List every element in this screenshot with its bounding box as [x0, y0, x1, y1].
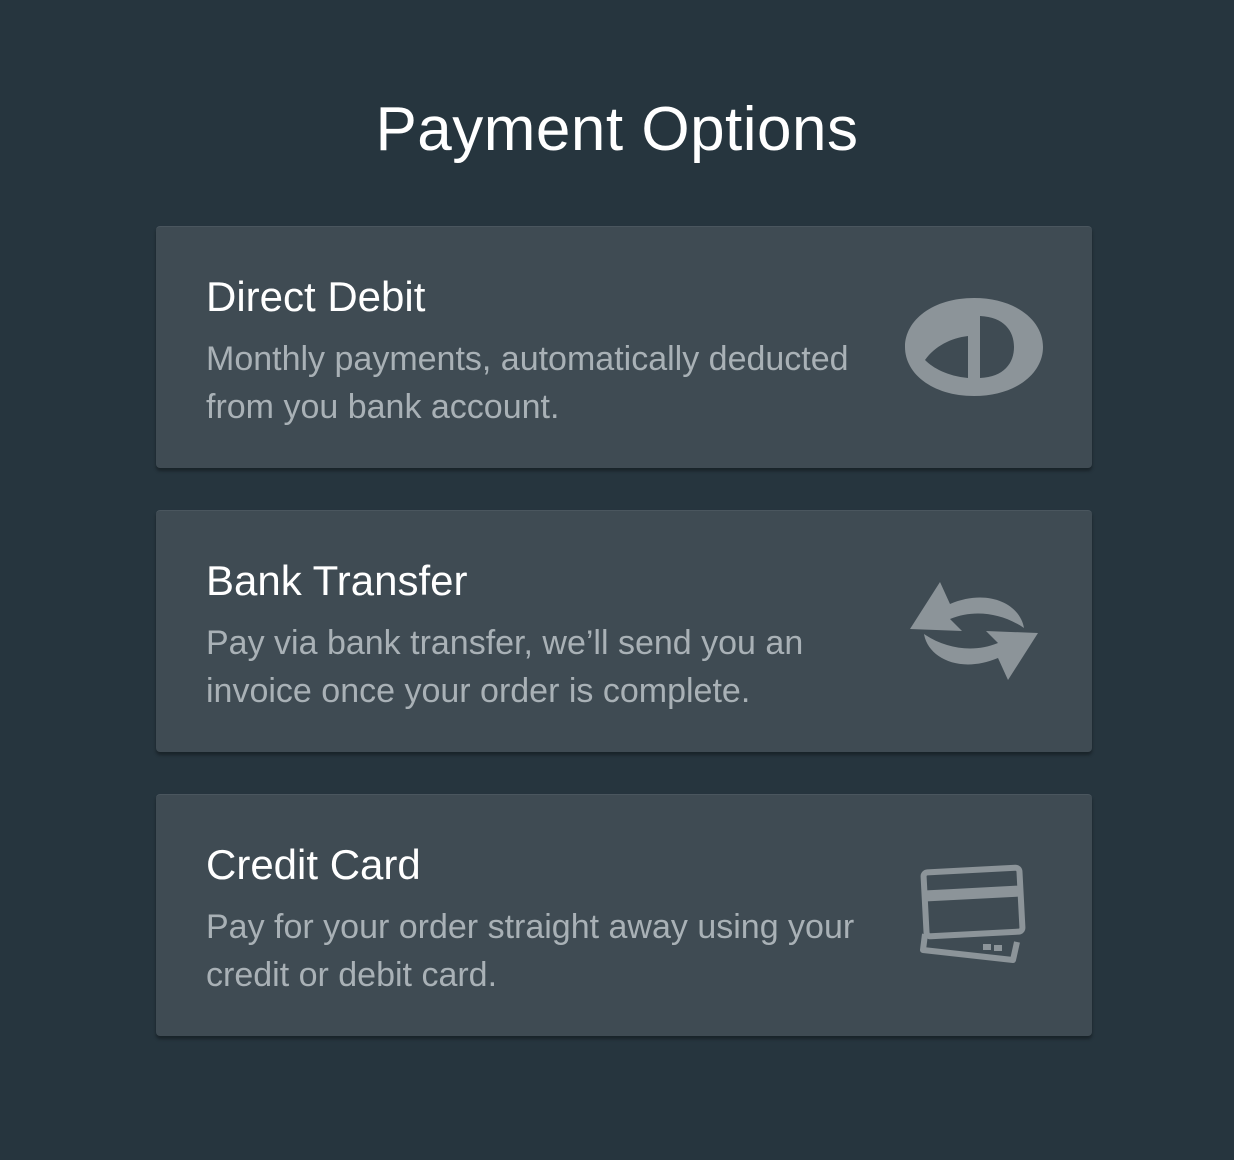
- payment-option-direct-debit[interactable]: Direct Debit Monthly payments, automatic…: [156, 226, 1092, 468]
- payment-option-bank-transfer[interactable]: Bank Transfer Pay via bank transfer, we’…: [156, 510, 1092, 752]
- option-description: Pay via bank transfer, we’ll send you an…: [206, 624, 804, 710]
- option-description: Monthly payments, automatically deducted…: [206, 340, 849, 426]
- direct-debit-logo-icon: [904, 289, 1044, 405]
- payment-option-list: Direct Debit Monthly payments, automatic…: [156, 226, 1092, 1078]
- page-title: Payment Options: [375, 95, 859, 164]
- option-description: Pay for your order straight away using y…: [206, 908, 855, 994]
- option-title: Bank Transfer: [206, 557, 468, 604]
- option-title: Credit Card: [206, 841, 421, 888]
- option-title: Direct Debit: [206, 273, 426, 320]
- transfer-arrows-icon: [904, 573, 1044, 689]
- payment-option-credit-card[interactable]: Credit Card Pay for your order straight …: [156, 794, 1092, 1036]
- credit-card-icon: [904, 857, 1044, 973]
